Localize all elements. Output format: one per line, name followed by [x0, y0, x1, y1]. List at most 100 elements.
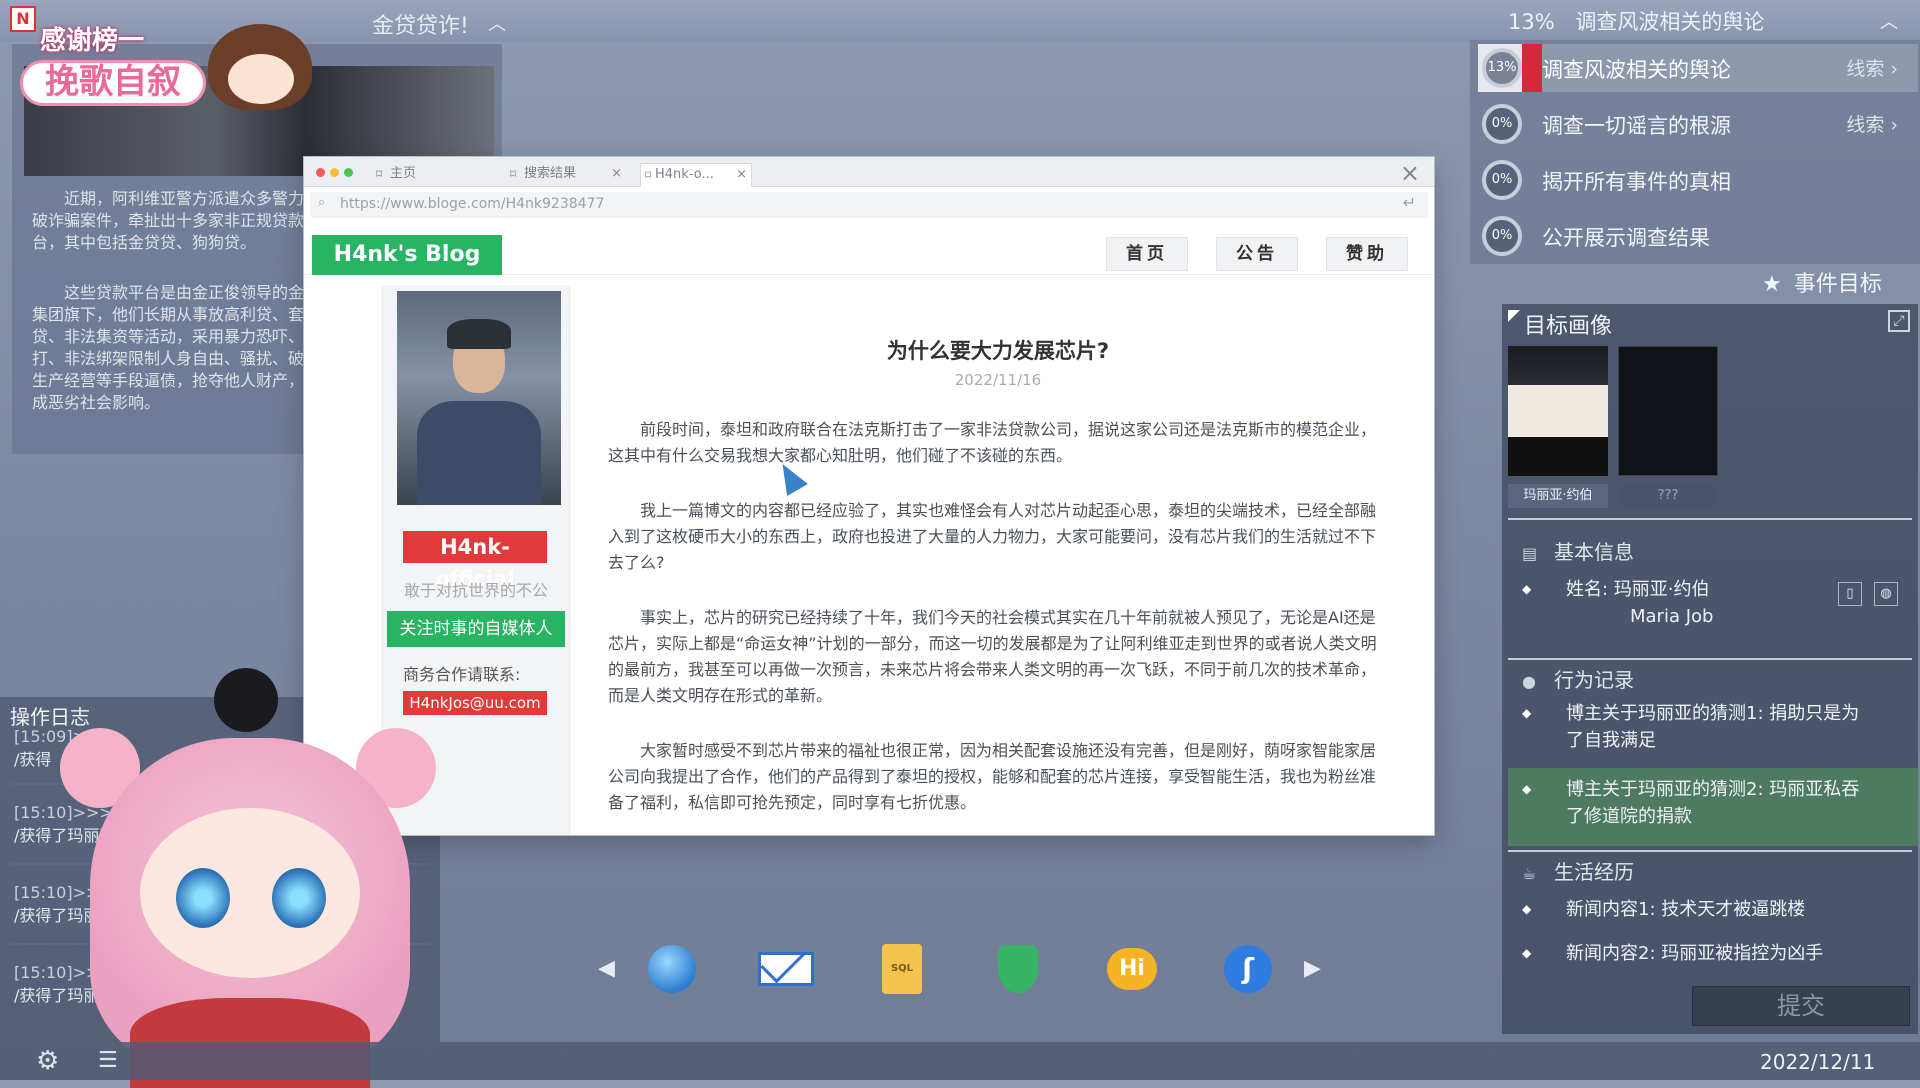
gear-icon[interactable]: ⚙ — [36, 1046, 59, 1076]
section-divider — [1508, 850, 1912, 852]
thanks-banner: 感谢榜一 — [40, 26, 145, 56]
goal-progress: 13% — [1482, 48, 1522, 88]
song-request-badge: 挽歌自叙 — [20, 60, 206, 106]
dock-next-icon[interactable]: ▶ — [1304, 956, 1321, 981]
news-paragraph: 这些贷款平台是由金正俊领导的金氏集团旗下，他们长期从事放高利贷、套路贷、非法集资… — [32, 283, 321, 412]
behavior-heading: ● 行为记录 — [1522, 664, 1634, 693]
life-heading: ☕ 生活经历 — [1522, 856, 1634, 885]
diamond-bullet-icon: ◆ — [1522, 706, 1532, 720]
hi-chat-icon[interactable]: Hi — [1104, 942, 1160, 996]
dock-prev-icon[interactable]: ◀ — [598, 956, 615, 981]
diamond-bullet-icon: ◆ — [1522, 782, 1532, 796]
bookmark-icon: ⌑ — [645, 168, 652, 182]
chevron-up-icon[interactable]: ︿ — [488, 10, 506, 36]
tab-h4nk-blog[interactable]: ⌑ H4nk-o... × — [640, 163, 752, 187]
sql-file-icon[interactable]: SQL — [874, 942, 930, 996]
author-cap — [447, 319, 511, 349]
article-date: 2022/11/16 — [954, 371, 1042, 389]
current-goal-summary[interactable]: 13% 调查风波相关的舆论 — [1508, 6, 1764, 36]
section-heading-text: 行为记录 — [1554, 668, 1634, 692]
vtuber-face — [140, 808, 360, 978]
diamond-bullet-icon: ◆ — [1522, 902, 1532, 916]
goal-clue-label: 线索 — [1846, 114, 1885, 136]
nav-announcement-button[interactable]: 公告 — [1216, 237, 1298, 271]
bottom-bar: ⚙ ☰ 2022/12/11 — [0, 1042, 1920, 1080]
investigation-goals: 13% 调查风波相关的舆论 线索 › 0% 调查一切谣言的根源 线索 › 0% … — [1470, 40, 1920, 264]
goal-progress: 0% — [1482, 104, 1522, 144]
address-bar[interactable]: ⌕ https://www.bloge.com/H4nk9238477 ↵ — [310, 192, 1428, 218]
browser-window: ⌑ 主页 ⌑ 搜索结果 × ⌑ H4nk-o... × × ⌕ https://… — [304, 157, 1434, 835]
portrait-label: ??? — [1618, 484, 1718, 508]
event-target-label: 事件目标 — [1793, 272, 1882, 297]
section-heading-text: 生活经历 — [1554, 860, 1634, 884]
article-body: 前段时间，泰坦和政府联合在法克斯打击了一家非法贷款公司，据说这家公司还是法克斯市… — [608, 417, 1388, 835]
goal-clue-link[interactable]: 线索 › — [1846, 54, 1898, 81]
tab-home[interactable]: ⌑ 主页 — [376, 163, 476, 187]
tab-label: 搜索结果 — [524, 166, 577, 181]
browser-close-icon[interactable]: × — [1400, 159, 1420, 187]
expand-icon[interactable]: ⤢ — [1888, 310, 1910, 332]
globe-icon[interactable] — [644, 942, 700, 996]
goal-text: 揭开所有事件的真相 — [1542, 170, 1731, 194]
tab-label: 主页 — [390, 166, 417, 181]
hi-chat-label: Hi — [1107, 948, 1157, 990]
chibi-avatar — [208, 24, 316, 112]
shield-location-icon[interactable] — [990, 942, 1046, 996]
basic-info-heading: ▤ 基本信息 — [1522, 536, 1634, 565]
mail-icon[interactable] — [758, 942, 814, 996]
article-paragraph: 大家暂时感受不到芯片带来的福祉也很正常，因为相关配套设施还没有完善，但是刚好，荫… — [608, 741, 1377, 812]
window-maximize-dot[interactable] — [344, 168, 353, 177]
goal-item-truth[interactable]: 0% 揭开所有事件的真相 — [1478, 156, 1918, 204]
vtuber-eye-right — [272, 868, 326, 928]
menu-list-icon[interactable]: ☰ — [98, 1048, 118, 1073]
collapse-goals-icon[interactable]: ︿ — [1880, 8, 1898, 34]
enter-icon[interactable]: ↵ — [1403, 193, 1416, 212]
goal-text: 调查一切谣言的根源 — [1542, 114, 1731, 138]
black-cat-icon — [214, 668, 278, 732]
goal-clue-label: 线索 — [1846, 58, 1885, 80]
goal-clue-link[interactable]: 线索 › — [1846, 110, 1898, 137]
globe-small-icon[interactable]: ◍ — [1874, 582, 1898, 606]
tab-search-results[interactable]: ⌑ 搜索结果 × — [510, 163, 622, 187]
author-name: H4nk-official — [403, 531, 547, 591]
document-icon[interactable]: ▯ — [1838, 582, 1862, 606]
tab-close-icon[interactable]: × — [611, 163, 622, 185]
goal-item-rumor-source[interactable]: 0% 调查一切谣言的根源 线索 › — [1478, 100, 1918, 148]
current-goal-text: 调查风波相关的舆论 — [1575, 10, 1765, 34]
hook-icon[interactable]: ʃ — [1220, 942, 1276, 996]
article-paragraph: 事实上，芯片的研究已经持续了十年，我们今天的社会模式其实在几十年前就被人预见了，… — [608, 608, 1377, 705]
goal-progress: 0% — [1482, 160, 1522, 200]
nav-home-button[interactable]: 首页 — [1106, 237, 1188, 271]
nav-sponsor-button[interactable]: 赞助 — [1326, 237, 1408, 271]
life-item-text: 新闻内容2: 玛丽亚被指控为凶手 — [1566, 943, 1824, 964]
chibi-face — [228, 54, 294, 104]
goal-text: 调查风波相关的舆论 — [1542, 58, 1731, 82]
bookmark-icon: ⌑ — [510, 167, 517, 181]
goal-item-publish-results[interactable]: 0% 公开展示调查结果 — [1478, 212, 1918, 260]
window-minimize-dot[interactable] — [330, 168, 339, 177]
hook-icon-shape: ʃ — [1224, 945, 1272, 993]
portrait-maria-job[interactable] — [1508, 346, 1608, 476]
current-goal-percent: 13% — [1508, 10, 1555, 34]
name-field-text: 姓名: 玛丽亚·约伯 Maria Job — [1566, 576, 1866, 630]
log-text: /获得 — [14, 750, 52, 769]
section-divider — [1508, 658, 1912, 660]
portrait-unknown[interactable] — [1618, 346, 1718, 476]
blog-logo[interactable]: H4nk's Blog — [312, 235, 502, 275]
mail-icon-shape — [758, 952, 814, 986]
tab-close-icon[interactable]: × — [736, 164, 747, 186]
blog-header: H4nk's Blog 首页 公告 赞助 — [304, 223, 1434, 275]
author-slogan: 敢于对抗世界的不公 — [403, 581, 548, 600]
submit-button[interactable]: 提交 — [1692, 986, 1910, 1026]
browser-tab-bar: ⌑ 主页 ⌑ 搜索结果 × ⌑ H4nk-o... × × — [304, 157, 1434, 187]
address-url[interactable]: https://www.bloge.com/H4nk9238477 — [340, 196, 604, 212]
window-close-dot[interactable] — [316, 168, 325, 177]
profile-title: 目标画像 — [1524, 314, 1613, 339]
author-photo — [397, 291, 561, 505]
goal-item-public-opinion[interactable]: 13% 调查风波相关的舆论 线索 › — [1478, 44, 1918, 92]
loan-window-title[interactable]: 金贷贷诈! — [372, 8, 469, 40]
app-logo-icon[interactable]: N — [10, 6, 36, 32]
follow-button[interactable]: 关注时事的自媒体人 — [387, 611, 565, 647]
article-paragraph: 前段时间，泰坦和政府联合在法克斯打击了一家非法贷款公司，据说这家公司还是法克斯市… — [608, 420, 1377, 465]
sql-file-label: SQL — [882, 944, 922, 994]
